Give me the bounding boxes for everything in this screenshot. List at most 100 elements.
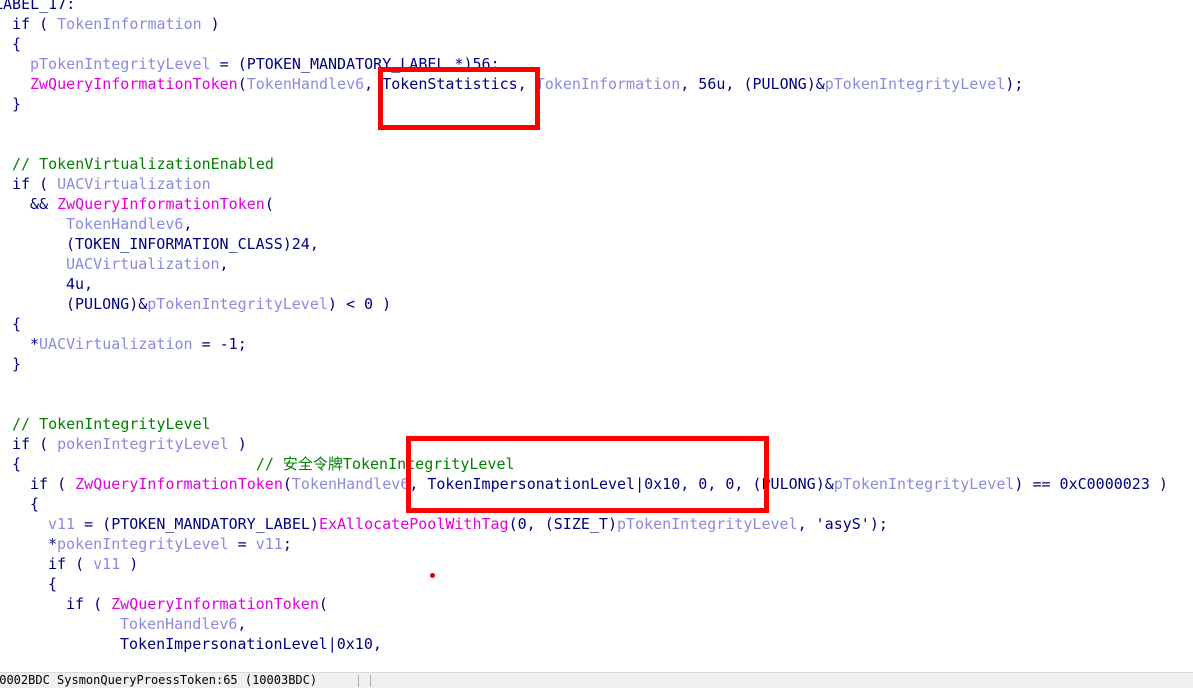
code-line[interactable]: LABEL_17: [0, 0, 75, 14]
code-token: , [237, 615, 247, 633]
code-token: , [183, 215, 193, 233]
code-token: { [30, 495, 40, 513]
red-dot-marker [430, 573, 435, 578]
code-token: ExAllocatePoolWithTag [318, 515, 509, 533]
code-token: if ( [12, 175, 58, 193]
code-token: 4u, [66, 275, 94, 293]
code-token: PTOKEN_MANDATORY_LABEL [111, 515, 310, 533]
code-token: , [219, 255, 229, 273]
code-token: PTOKEN_MANDATORY_LABEL [246, 55, 446, 73]
code-token: ) [228, 435, 247, 453]
code-token: ZwQueryInformationToken [75, 475, 283, 493]
code-token: LABEL_17: [0, 0, 76, 13]
status-location: 00002BDC SysmonQueryProessToken:65 (1000… [0, 673, 318, 687]
code-line[interactable]: 4u, [66, 274, 93, 294]
code-line[interactable]: { [30, 494, 39, 514]
code-token: } [12, 95, 22, 113]
code-token: pTokenIntegrityLevel [30, 55, 211, 73]
code-token: TOKEN_INFORMATION_CLASS [75, 235, 283, 253]
code-line[interactable]: *pokenIntegrityLevel = v11; [48, 534, 292, 554]
code-token: v11 [48, 515, 76, 533]
code-token: if ( [12, 435, 58, 453]
code-token: UACVirtualization [39, 335, 193, 353]
code-token: , 'asyS'); [797, 515, 888, 533]
code-line[interactable]: pTokenIntegrityLevel = (PTOKEN_MANDATORY… [30, 54, 500, 74]
code-token: UACVirtualization [66, 255, 220, 273]
code-line[interactable]: ZwQueryInformationToken(TokenHandlev6, T… [30, 74, 1023, 94]
code-token: if ( [12, 15, 58, 33]
code-token: pokenIntegrityLevel [57, 535, 229, 553]
code-token: ( [318, 595, 328, 613]
code-token: if ( [48, 555, 94, 573]
code-token: TokenInformation [535, 75, 681, 93]
code-token: )& [806, 75, 825, 93]
decompiler-pseudocode-view[interactable]: LABEL_17: if ( TokenInformation ){pTokenI… [0, 0, 1193, 672]
code-token: * [30, 335, 40, 353]
code-token: TokenHandlev6 [246, 75, 365, 93]
code-token: ZwQueryInformationToken [57, 195, 265, 213]
code-line[interactable]: TokenImpersonationLevel|0x10, [120, 634, 382, 654]
code-line[interactable]: *UACVirtualization = -1; [30, 334, 247, 354]
code-token: { [12, 315, 22, 333]
code-token: v11 [255, 535, 283, 553]
code-token: = ( [210, 55, 247, 73]
code-token: ); [1005, 75, 1024, 93]
code-token: SIZE_T [553, 515, 608, 533]
code-token: TokenHandlev6 [120, 615, 238, 633]
code-token: // TokenVirtualizationEnabled [12, 155, 274, 173]
code-line[interactable]: { [48, 574, 57, 594]
code-line[interactable]: } [12, 354, 21, 374]
code-token: ) [309, 515, 319, 533]
code-token: { [12, 455, 22, 473]
code-token: v11 [93, 555, 121, 573]
code-line[interactable]: { [12, 314, 21, 334]
code-line[interactable]: UACVirtualization, [66, 254, 229, 274]
code-token: ) [120, 555, 139, 573]
code-token: pTokenIntegrityLevel [833, 475, 1015, 493]
code-line[interactable]: v11 = (PTOKEN_MANDATORY_LABEL)ExAllocate… [48, 514, 888, 534]
code-line[interactable]: if ( ZwQueryInformationToken(TokenHandle… [30, 474, 1168, 494]
code-token: , TokenImpersonationLevel|0x10, 0, 0, ( [409, 475, 762, 493]
code-line[interactable]: if ( v11 ) [48, 554, 138, 574]
code-token: ( [237, 75, 247, 93]
code-token: PULONG [75, 295, 130, 313]
code-line[interactable]: && ZwQueryInformationToken( [30, 194, 274, 214]
code-token: pokenIntegrityLevel [57, 435, 229, 453]
code-line[interactable]: } [12, 94, 21, 114]
code-line[interactable]: TokenHandlev6, [66, 214, 192, 234]
code-line[interactable]: // TokenIntegrityLevel [12, 414, 211, 434]
code-token: ( [282, 475, 292, 493]
code-line[interactable]: (TOKEN_INFORMATION_CLASS)24, [66, 234, 319, 254]
code-line[interactable]: if ( pokenIntegrityLevel ) [12, 434, 247, 454]
code-token: , 56u, ( [680, 75, 753, 93]
code-token: // TokenIntegrityLevel [12, 415, 211, 433]
code-line[interactable]: // TokenVirtualizationEnabled [12, 154, 274, 174]
code-line[interactable]: if ( ZwQueryInformationToken( [66, 594, 328, 614]
code-token: UACVirtualization [57, 175, 211, 193]
code-token: ZwQueryInformationToken [30, 75, 238, 93]
code-token: TokenHandlev6 [291, 475, 410, 493]
code-line[interactable]: { [12, 34, 21, 54]
code-token: && [30, 195, 58, 213]
code-token: ( [264, 195, 274, 213]
code-token: if ( [30, 475, 76, 493]
code-token: ) [201, 15, 220, 33]
code-token: ) [607, 515, 617, 533]
code-line[interactable]: if ( UACVirtualization [12, 174, 211, 194]
code-line[interactable]: (PULONG)&pTokenIntegrityLevel) < 0 ) [66, 294, 391, 314]
code-token: { [12, 35, 22, 53]
status-separator [370, 675, 371, 687]
code-token: ; [282, 535, 292, 553]
code-line[interactable]: if ( TokenInformation ) [12, 14, 220, 34]
code-token: PULONG [752, 75, 807, 93]
status-separator [358, 675, 359, 687]
code-line[interactable]: { // 安全令牌TokenIntegrityLevel [12, 454, 515, 474]
code-token: { [48, 575, 58, 593]
code-line[interactable]: TokenHandlev6, [120, 614, 246, 634]
code-token: PULONG [761, 475, 816, 493]
code-token: pTokenIntegrityLevel [824, 75, 1006, 93]
code-token: )& [129, 295, 148, 313]
code-token: , TokenStatistics, [364, 75, 536, 93]
code-token: pTokenIntegrityLevel [147, 295, 328, 313]
